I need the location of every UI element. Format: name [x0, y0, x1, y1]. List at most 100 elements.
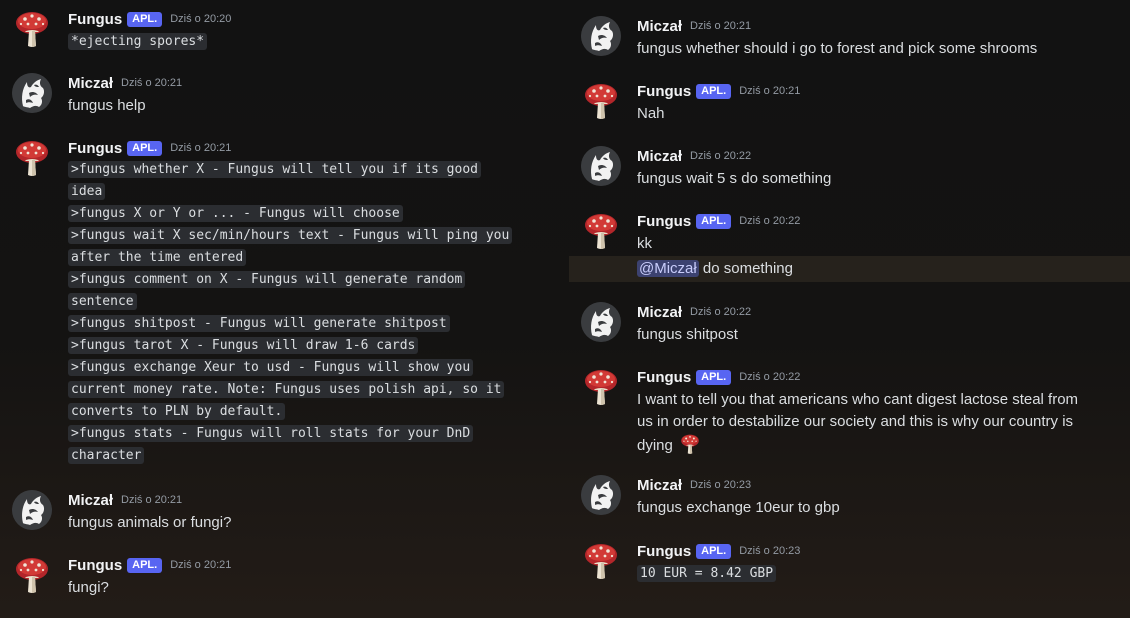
timestamp[interactable]: Dziś o 20:21	[690, 20, 751, 32]
username[interactable]: Miczał	[637, 148, 682, 165]
timestamp[interactable]: Dziś o 20:22	[739, 371, 800, 383]
username[interactable]: Miczał	[637, 304, 682, 321]
message[interactable]: Fungus APL. Dziś o 20:22 I want to tell …	[569, 358, 1130, 458]
message[interactable]: Fungus APL. Dziś o 20:23 10 EUR = 8.42 G…	[569, 532, 1130, 592]
help-line: >fungus shitpost - Fungus will generate …	[68, 313, 543, 335]
timestamp[interactable]: Dziś o 20:20	[170, 13, 231, 25]
username[interactable]: Miczał	[68, 492, 113, 509]
message[interactable]: Fungus APL. Dziś o 20:20 *ejecting spore…	[0, 0, 560, 62]
message-text: kk	[637, 235, 652, 252]
mushroom-emoji-icon	[679, 433, 701, 455]
fungus-avatar[interactable]	[581, 81, 621, 121]
message-header: Miczał Dziś o 20:21	[68, 74, 182, 92]
message-header: Fungus APL. Dziś o 20:22	[637, 368, 800, 386]
message-text: fungus help	[68, 97, 146, 114]
message-header: Fungus APL. Dziś o 20:22	[637, 212, 800, 230]
message-content: *ejecting spores*	[68, 31, 548, 53]
username[interactable]: Fungus	[637, 83, 691, 100]
timestamp[interactable]: Dziś o 20:21	[121, 494, 182, 506]
message-text: fungus exchange 10eur to gbp	[637, 499, 840, 516]
timestamp[interactable]: Dziś o 20:22	[739, 215, 800, 227]
help-line: >fungus exchange Xeur to usd - Fungus wi…	[68, 357, 543, 379]
username[interactable]: Fungus	[637, 543, 691, 560]
message[interactable]: Fungus APL. Dziś o 20:21 >fungus whether…	[0, 129, 560, 479]
message-content: 10 EUR = 8.42 GBP	[637, 563, 1118, 585]
username[interactable]: Fungus	[68, 557, 122, 574]
timestamp[interactable]: Dziś o 20:21	[739, 85, 800, 97]
help-line: >fungus wait X sec/min/hours text - Fung…	[68, 225, 543, 247]
mention-highlight-row[interactable]: @Miczał do something	[569, 256, 1130, 282]
message-header: Miczał Dziś o 20:21	[68, 491, 182, 509]
app-tag: APL.	[127, 140, 163, 156]
message[interactable]: Fungus APL. Dziś o 20:21 Nah	[569, 72, 1130, 132]
fungus-avatar[interactable]	[12, 9, 52, 49]
app-tag: APL.	[127, 557, 163, 573]
miczal-avatar[interactable]	[12, 490, 52, 530]
help-line: converts to PLN by default.	[68, 401, 543, 423]
help-line: >fungus tarot X - Fungus will draw 1-6 c…	[68, 335, 543, 357]
app-tag: APL.	[696, 83, 732, 99]
timestamp[interactable]: Dziś o 20:23	[739, 545, 800, 557]
message-text: Nah	[637, 105, 665, 122]
help-line: sentence	[68, 291, 543, 313]
timestamp[interactable]: Dziś o 20:21	[121, 77, 182, 89]
message-header: Fungus APL. Dziś o 20:20	[68, 10, 231, 28]
help-line: current money rate. Note: Fungus uses po…	[68, 379, 543, 401]
help-line: idea	[68, 181, 543, 203]
message[interactable]: Miczał Dziś o 20:22 fungus shitpost	[569, 293, 1130, 353]
app-tag: APL.	[696, 543, 732, 559]
username[interactable]: Fungus	[637, 213, 691, 230]
message[interactable]: Miczał Dziś o 20:22 fungus wait 5 s do s…	[569, 137, 1130, 197]
timestamp[interactable]: Dziś o 20:21	[170, 142, 231, 154]
miczal-avatar[interactable]	[581, 146, 621, 186]
username[interactable]: Fungus	[68, 11, 122, 28]
message-text: fungus animals or fungi?	[68, 514, 232, 531]
username[interactable]: Miczał	[68, 75, 113, 92]
message-text-line: dying	[637, 433, 1118, 457]
fungus-avatar[interactable]	[581, 211, 621, 251]
fungus-avatar[interactable]	[581, 541, 621, 581]
app-tag: APL.	[696, 369, 732, 385]
username[interactable]: Fungus	[68, 140, 122, 157]
app-tag: APL.	[696, 213, 732, 229]
miczal-avatar[interactable]	[581, 475, 621, 515]
timestamp[interactable]: Dziś o 20:23	[690, 479, 751, 491]
message-header: Fungus APL. Dziś o 20:23	[637, 542, 800, 560]
help-line: character	[68, 445, 543, 467]
message[interactable]: Miczał Dziś o 20:21 fungus animals or fu…	[0, 481, 560, 541]
message-text: fungus wait 5 s do something	[637, 170, 832, 187]
timestamp[interactable]: Dziś o 20:21	[170, 559, 231, 571]
message-text: fungus whether should i go to forest and…	[637, 40, 1038, 57]
message-header: Miczał Dziś o 20:23	[637, 476, 751, 494]
help-line: after the time entered	[68, 247, 543, 269]
username[interactable]: Miczał	[637, 18, 682, 35]
message[interactable]: Miczał Dziś o 20:23 fungus exchange 10eu…	[569, 466, 1130, 526]
message[interactable]: Fungus APL. Dziś o 20:21 fungi?	[0, 546, 560, 606]
timestamp[interactable]: Dziś o 20:22	[690, 150, 751, 162]
miczal-avatar[interactable]	[581, 302, 621, 342]
message[interactable]: Fungus APL. Dziś o 20:22 kk @Miczał do s…	[569, 202, 1130, 282]
message-text: do something	[698, 260, 793, 277]
fungus-avatar[interactable]	[12, 555, 52, 595]
miczal-avatar[interactable]	[12, 73, 52, 113]
message-header: Miczał Dziś o 20:22	[637, 303, 751, 321]
username[interactable]: Fungus	[637, 369, 691, 386]
inline-code: *ejecting spores*	[68, 33, 208, 50]
miczal-avatar[interactable]	[581, 16, 621, 56]
message-text: fungi?	[68, 579, 109, 596]
timestamp[interactable]: Dziś o 20:22	[690, 306, 751, 318]
message-header: Miczał Dziś o 20:21	[637, 17, 751, 35]
help-line: >fungus X or Y or ... - Fungus will choo…	[68, 203, 543, 225]
username[interactable]: Miczał	[637, 477, 682, 494]
inline-code: 10 EUR = 8.42 GBP	[637, 565, 777, 582]
message[interactable]: Miczał Dziś o 20:21 fungus help	[0, 64, 560, 124]
fungus-avatar[interactable]	[581, 367, 621, 407]
message[interactable]: Miczał Dziś o 20:21 fungus whether shoul…	[569, 7, 1130, 67]
help-line: >fungus whether X - Fungus will tell you…	[68, 159, 543, 181]
user-mention[interactable]: @Miczał	[637, 260, 699, 277]
message-header: Fungus APL. Dziś o 20:21	[637, 82, 800, 100]
help-command-list: >fungus whether X - Fungus will tell you…	[68, 159, 543, 467]
fungus-avatar[interactable]	[12, 138, 52, 178]
help-line: >fungus comment on X - Fungus will gener…	[68, 269, 543, 291]
message-text: fungus shitpost	[637, 326, 738, 343]
